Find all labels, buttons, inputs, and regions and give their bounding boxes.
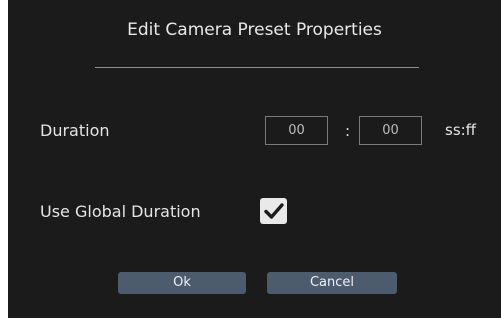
ok-button[interactable]: Ok [118, 272, 246, 294]
duration-seconds-field[interactable] [265, 116, 328, 145]
duration-frames-field[interactable] [359, 116, 422, 145]
duration-label: Duration [40, 121, 110, 140]
use-global-duration-label: Use Global Duration [40, 202, 201, 221]
dialog-title: Edit Camera Preset Properties [127, 20, 382, 40]
duration-unit-label: ss:ff [445, 121, 477, 139]
duration-separator: : [345, 122, 351, 140]
title-divider [95, 67, 419, 68]
checkmark-icon [263, 202, 284, 220]
cancel-button[interactable]: Cancel [267, 272, 397, 294]
use-global-duration-checkbox[interactable] [260, 198, 287, 224]
edit-camera-preset-dialog: Edit Camera Preset Properties Duration :… [8, 0, 501, 318]
